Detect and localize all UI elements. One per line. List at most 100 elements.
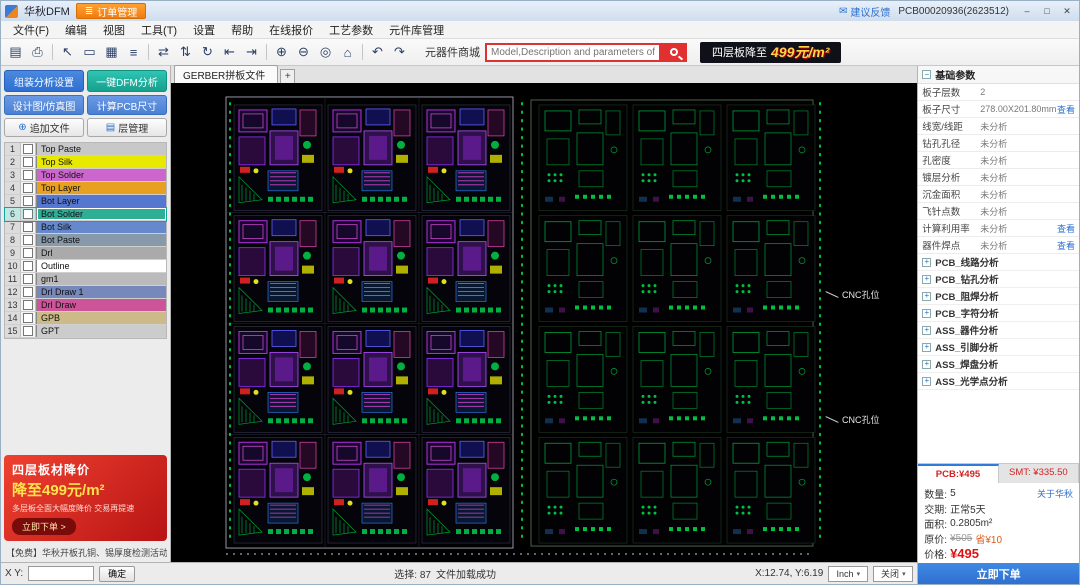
about-huaqiu-link[interactable]: 关于华秋	[1037, 487, 1073, 500]
layer-row[interactable]: 5 Bot Layer	[5, 195, 166, 208]
layer-row[interactable]: 14 GPB	[5, 312, 166, 325]
menu-item[interactable]: 设置	[185, 21, 223, 39]
analysis-section-header[interactable]: + PCB_阻焊分析	[918, 288, 1079, 305]
analysis-section-header[interactable]: + PCB_字符分析	[918, 305, 1079, 322]
step-right-icon[interactable]: ⇥	[241, 42, 262, 63]
menu-item[interactable]: 文件(F)	[5, 21, 57, 39]
expand-plus-icon[interactable]: +	[922, 326, 931, 335]
view-link[interactable]: 查看	[1057, 222, 1075, 235]
confirm-button[interactable]: 确定	[99, 566, 135, 582]
promo-banner[interactable]: 四层板降至 499元/m²	[700, 42, 841, 63]
maximize-button[interactable]: □	[1037, 3, 1057, 19]
snap-dropdown[interactable]: 关闭	[873, 566, 913, 582]
layer-visibility-checkbox[interactable]	[21, 299, 36, 311]
menu-item[interactable]: 视图	[95, 21, 133, 39]
pcb-canvas[interactable]: CNC孔位 CNC孔位	[171, 83, 917, 562]
layer-color-chip[interactable]: Drl	[36, 247, 166, 259]
flip-vertical-icon[interactable]: ⇅	[175, 42, 196, 63]
layer-visibility-checkbox[interactable]	[21, 208, 36, 220]
layer-row[interactable]: 2 Top Silk	[5, 156, 166, 169]
select-cursor-icon[interactable]: ↖	[57, 42, 78, 63]
menu-item[interactable]: 在线报价	[261, 21, 321, 39]
analysis-section-header[interactable]: + PCB_钻孔分析	[918, 271, 1079, 288]
expand-plus-icon[interactable]: +	[922, 377, 931, 386]
flip-horizontal-icon[interactable]: ⇄	[153, 42, 174, 63]
layer-color-chip[interactable]: Top Layer	[36, 182, 166, 194]
unit-dropdown[interactable]: Inch	[828, 566, 868, 582]
basic-params-header[interactable]: − 基础参数	[918, 66, 1079, 84]
layer-color-chip[interactable]: GPT	[36, 325, 166, 337]
step-left-icon[interactable]: ⇤	[219, 42, 240, 63]
layer-visibility-checkbox[interactable]	[21, 247, 36, 259]
layer-color-chip[interactable]: Drl Draw	[36, 299, 166, 311]
promo-order-button[interactable]: 立即下单 >	[12, 518, 76, 535]
expand-plus-icon[interactable]: +	[922, 343, 931, 352]
layer-color-chip[interactable]: Top Solder	[36, 169, 166, 181]
layer-color-chip[interactable]: Drl Draw 1	[36, 286, 166, 298]
rotate-icon[interactable]: ↻	[197, 42, 218, 63]
expand-plus-icon[interactable]: +	[922, 275, 931, 284]
separator[interactable]	[266, 44, 267, 60]
calc-pcb-size-button[interactable]: 计算PCB尺寸	[87, 95, 167, 115]
expand-plus-icon[interactable]: +	[922, 360, 931, 369]
layer-visibility-checkbox[interactable]	[21, 221, 36, 233]
layer-row[interactable]: 3 Top Solder	[5, 169, 166, 182]
append-file-button[interactable]: ⊕ 追加文件	[4, 118, 84, 137]
view-link[interactable]: 查看	[1057, 103, 1075, 116]
order-management-button[interactable]: ≣ 订单管理	[76, 3, 146, 19]
layer-row[interactable]: 11 gm1	[5, 273, 166, 286]
place-order-button[interactable]: 立即下单	[918, 563, 1079, 584]
zoom-fit-icon[interactable]: ◎	[315, 42, 336, 63]
layer-visibility-checkbox[interactable]	[21, 234, 36, 246]
design-simulation-button[interactable]: 设计图/仿真图	[4, 95, 84, 115]
feedback-link[interactable]: ✉ 建议反馈	[839, 4, 890, 19]
zoom-in-icon[interactable]: ⊕	[271, 42, 292, 63]
layer-visibility-checkbox[interactable]	[21, 182, 36, 194]
menu-item[interactable]: 编辑	[57, 21, 95, 39]
search-button[interactable]	[661, 43, 687, 62]
home-icon[interactable]: ⌂	[337, 42, 358, 63]
menu-item[interactable]: 元件库管理	[381, 21, 452, 39]
layer-color-chip[interactable]: Top Paste	[36, 143, 166, 155]
layer-row[interactable]: 12 Drl Draw 1	[5, 286, 166, 299]
promo-card[interactable]: 四层板材降价 降至499元/m² 多层板全面大幅度降价 交易再提速 立即下单 >	[4, 455, 167, 541]
layer-color-chip[interactable]: Top Silk	[36, 156, 166, 168]
layer-row[interactable]: 6 Bot Solder	[5, 208, 166, 221]
layer-row[interactable]: 15 GPT	[5, 325, 166, 338]
layers-icon[interactable]: ≡	[123, 42, 144, 63]
close-button[interactable]: ✕	[1057, 3, 1077, 19]
layer-row[interactable]: 7 Bot Silk	[5, 221, 166, 234]
undo-icon[interactable]: ↶	[367, 42, 388, 63]
layer-color-chip[interactable]: Bot Layer	[36, 195, 166, 207]
separator[interactable]	[362, 44, 363, 60]
marquee-select-icon[interactable]: ▭	[79, 42, 100, 63]
layer-visibility-checkbox[interactable]	[21, 325, 36, 337]
layer-color-chip[interactable]: gm1	[36, 273, 166, 285]
pcb-price-tab[interactable]: PCB:¥495	[918, 464, 998, 483]
layer-visibility-checkbox[interactable]	[21, 260, 36, 272]
analysis-section-header[interactable]: + ASS_引脚分析	[918, 339, 1079, 356]
expand-plus-icon[interactable]: +	[922, 309, 931, 318]
analysis-section-header[interactable]: + PCB_线路分析	[918, 254, 1079, 271]
add-tab-button[interactable]: +	[280, 69, 295, 83]
layer-visibility-checkbox[interactable]	[21, 195, 36, 207]
analysis-section-header[interactable]: + ASS_器件分析	[918, 322, 1079, 339]
menu-item[interactable]: 工艺参数	[321, 21, 381, 39]
parts-search-input[interactable]	[485, 43, 661, 62]
layer-visibility-checkbox[interactable]	[21, 273, 36, 285]
expand-plus-icon[interactable]: +	[922, 258, 931, 267]
smt-price-tab[interactable]: SMT: ¥335.50	[999, 464, 1079, 483]
layer-management-button[interactable]: ▤ 层管理	[87, 118, 167, 137]
layer-color-chip[interactable]: Outline	[36, 260, 166, 272]
coordinate-input[interactable]	[28, 566, 94, 581]
layer-color-chip[interactable]: Bot Paste	[36, 234, 166, 246]
assembly-analysis-settings-button[interactable]: 组装分析设置	[4, 70, 84, 92]
minimize-button[interactable]: –	[1017, 3, 1037, 19]
layer-color-chip[interactable]: GPB	[36, 312, 166, 324]
layer-visibility-checkbox[interactable]	[21, 169, 36, 181]
activity-ticker[interactable]: 【免费】华秋开板孔铜、锡厚度检测活动	[4, 544, 167, 560]
view-link[interactable]: 查看	[1057, 239, 1075, 252]
separator[interactable]	[148, 44, 149, 60]
grid-toggle-icon[interactable]: ▦	[101, 42, 122, 63]
gerber-file-tab[interactable]: GERBER拼板文件	[174, 65, 278, 83]
